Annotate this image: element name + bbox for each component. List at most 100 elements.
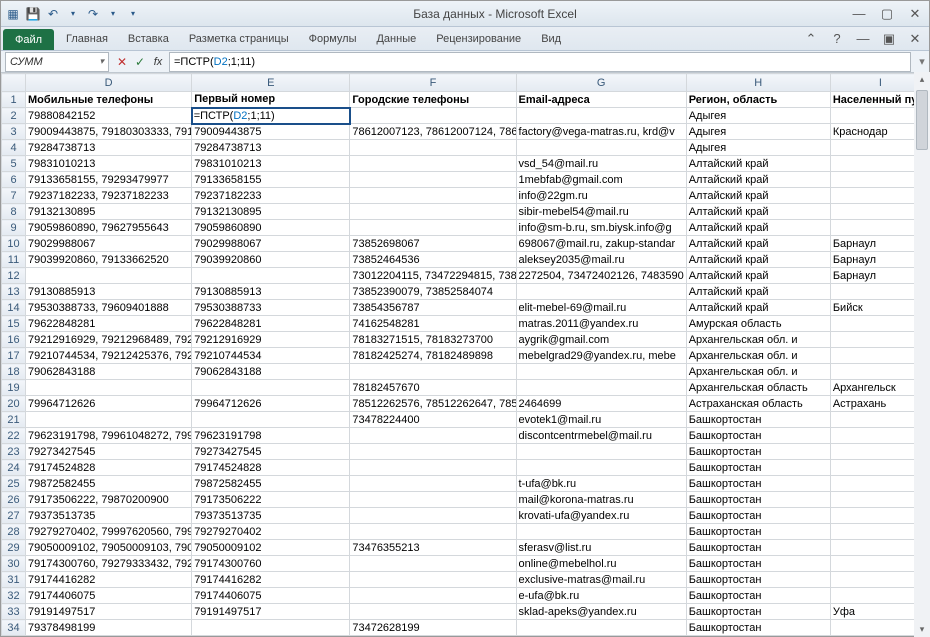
- cell[interactable]: 73852698067: [350, 236, 516, 252]
- cell[interactable]: 79050009102, 79050009103, 7905: [26, 540, 192, 556]
- cell[interactable]: e-ufa@bk.ru: [516, 588, 686, 604]
- cell[interactable]: 73012204115, 73472294815, 7385: [350, 268, 516, 284]
- name-box[interactable]: СУММ ▾: [5, 52, 109, 72]
- workbook-minimize-icon[interactable]: —: [853, 31, 873, 47]
- cell[interactable]: 79623191798, 79961048272, 7996: [26, 428, 192, 444]
- row-header[interactable]: 14: [2, 300, 26, 316]
- cell[interactable]: 79050009102: [192, 540, 350, 556]
- enter-formula-icon[interactable]: ✓: [131, 53, 149, 71]
- cell[interactable]: [350, 140, 516, 156]
- row-header[interactable]: 15: [2, 316, 26, 332]
- cell[interactable]: [350, 492, 516, 508]
- cell[interactable]: exclusive-matras@mail.ru: [516, 572, 686, 588]
- cell[interactable]: elit-mebel-69@mail.ru: [516, 300, 686, 316]
- col-header-G[interactable]: G: [516, 74, 686, 92]
- cell[interactable]: 78512262576, 78512262647, 7851: [350, 396, 516, 412]
- cell[interactable]: [350, 188, 516, 204]
- undo-icon[interactable]: ↶: [45, 6, 61, 22]
- cell[interactable]: 79212916929: [192, 332, 350, 348]
- cell[interactable]: 79210744534: [192, 348, 350, 364]
- redo-icon[interactable]: ↷: [85, 6, 101, 22]
- cell[interactable]: [26, 268, 192, 284]
- cell[interactable]: 79880842152: [26, 108, 192, 124]
- cell[interactable]: 79623191798: [192, 428, 350, 444]
- row-header[interactable]: 18: [2, 364, 26, 380]
- cell[interactable]: Башкортостан: [686, 620, 830, 636]
- select-all-corner[interactable]: [2, 74, 26, 92]
- tab-home[interactable]: Главная: [56, 27, 118, 50]
- tab-data[interactable]: Данные: [366, 27, 426, 50]
- tab-file[interactable]: Файл: [3, 29, 54, 50]
- cell[interactable]: [350, 604, 516, 620]
- cell[interactable]: 79284738713: [192, 140, 350, 156]
- ribbon-minimize-icon[interactable]: ⌃: [801, 31, 821, 47]
- cell[interactable]: [350, 108, 516, 124]
- workbook-restore-icon[interactable]: ▣: [879, 31, 899, 47]
- row-header[interactable]: 28: [2, 524, 26, 540]
- row-header[interactable]: 30: [2, 556, 26, 572]
- cell[interactable]: Алтайский край: [686, 220, 830, 236]
- row-header[interactable]: 12: [2, 268, 26, 284]
- cell[interactable]: [26, 380, 192, 396]
- cell[interactable]: 73854356787: [350, 300, 516, 316]
- cell[interactable]: 79174406075: [192, 588, 350, 604]
- row-header[interactable]: 3: [2, 124, 26, 140]
- tab-review[interactable]: Рецензирование: [426, 27, 531, 50]
- cell[interactable]: Башкортостан: [686, 460, 830, 476]
- cell[interactable]: Башкортостан: [686, 588, 830, 604]
- name-box-dropdown-icon[interactable]: ▾: [99, 56, 104, 67]
- cell[interactable]: [516, 380, 686, 396]
- cell[interactable]: [192, 620, 350, 636]
- cell[interactable]: 79622848281: [192, 316, 350, 332]
- cell[interactable]: Башкортостан: [686, 572, 830, 588]
- cell[interactable]: Адыгея: [686, 124, 830, 140]
- cell[interactable]: 79378498199: [26, 620, 192, 636]
- cell[interactable]: 79212916929, 79212968489, 7921: [26, 332, 192, 348]
- cell[interactable]: 78183271515, 78183273700: [350, 332, 516, 348]
- cell[interactable]: Первый номер: [192, 92, 350, 108]
- cell[interactable]: Башкортостан: [686, 444, 830, 460]
- cell[interactable]: 79284738713: [26, 140, 192, 156]
- cell[interactable]: Башкортостан: [686, 476, 830, 492]
- cell[interactable]: 79009443875: [192, 124, 350, 140]
- cell[interactable]: Алтайский край: [686, 204, 830, 220]
- cancel-formula-icon[interactable]: ✕: [113, 53, 131, 71]
- undo-menu-icon[interactable]: ▾: [65, 6, 81, 22]
- cell[interactable]: =ПСТР(D2;1;11): [192, 108, 350, 124]
- formula-input[interactable]: =ПСТР(D2;1;11): [169, 52, 911, 72]
- cell[interactable]: 79872582455: [192, 476, 350, 492]
- cell[interactable]: [516, 364, 686, 380]
- cell[interactable]: aygrik@gmail.com: [516, 332, 686, 348]
- cell[interactable]: 79039920860, 79133662520: [26, 252, 192, 268]
- cell[interactable]: 79174524828: [192, 460, 350, 476]
- cell[interactable]: 73852390079, 73852584074: [350, 284, 516, 300]
- scroll-thumb[interactable]: [916, 90, 928, 150]
- cell[interactable]: [350, 156, 516, 172]
- cell[interactable]: 79029988067: [26, 236, 192, 252]
- cell[interactable]: 79173506222: [192, 492, 350, 508]
- row-header[interactable]: 5: [2, 156, 26, 172]
- cell[interactable]: Алтайский край: [686, 252, 830, 268]
- cell[interactable]: 78182425274, 78182489898: [350, 348, 516, 364]
- cell[interactable]: 79130885913: [192, 284, 350, 300]
- cell[interactable]: 79831010213: [26, 156, 192, 172]
- cell[interactable]: matras.2011@yandex.ru: [516, 316, 686, 332]
- cell[interactable]: 79133658155, 79293479977: [26, 172, 192, 188]
- cell[interactable]: 2464699: [516, 396, 686, 412]
- cell[interactable]: Алтайский край: [686, 268, 830, 284]
- row-header[interactable]: 22: [2, 428, 26, 444]
- cell[interactable]: 79132130895: [192, 204, 350, 220]
- cell[interactable]: 79279270402, 79997620560, 7999: [26, 524, 192, 540]
- row-header[interactable]: 21: [2, 412, 26, 428]
- row-header[interactable]: 13: [2, 284, 26, 300]
- cell[interactable]: 73478224400: [350, 412, 516, 428]
- cell[interactable]: 79237182233: [192, 188, 350, 204]
- row-header[interactable]: 10: [2, 236, 26, 252]
- minimize-button[interactable]: —: [849, 6, 869, 22]
- row-header[interactable]: 20: [2, 396, 26, 412]
- row-header[interactable]: 1: [2, 92, 26, 108]
- cell[interactable]: Алтайский край: [686, 300, 830, 316]
- cell[interactable]: Алтайский край: [686, 156, 830, 172]
- row-header[interactable]: 6: [2, 172, 26, 188]
- row-header[interactable]: 23: [2, 444, 26, 460]
